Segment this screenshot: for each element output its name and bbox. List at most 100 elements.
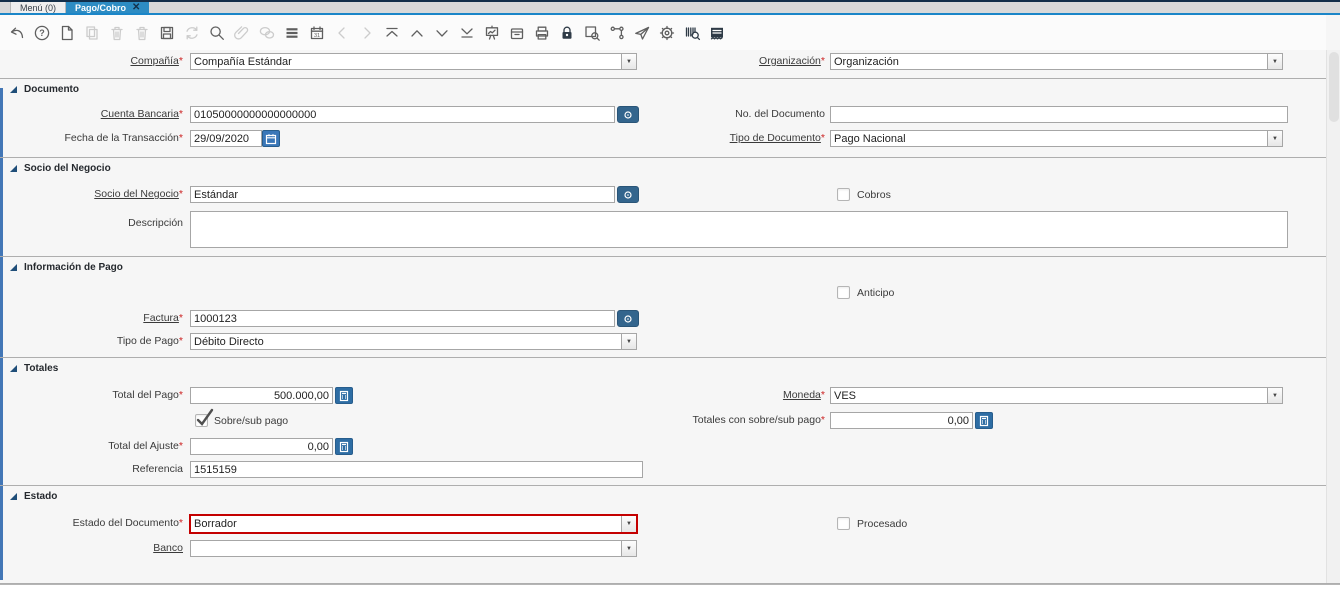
collapse-triangle-icon[interactable] xyxy=(10,365,17,372)
moneda-input[interactable] xyxy=(831,388,1267,403)
tipo-documento-combobox[interactable]: ▼ xyxy=(830,130,1283,147)
tab-bar: Menú (0) Pago/Cobro ✕ xyxy=(0,0,1340,15)
up-icon[interactable] xyxy=(408,24,426,42)
refresh-icon xyxy=(183,24,201,42)
report-icon[interactable] xyxy=(483,24,501,42)
totales-sobre-sub-input[interactable] xyxy=(830,412,973,429)
fecha-transaccion-label: Fecha de la Transacción* xyxy=(0,130,183,147)
moneda-combobox[interactable]: ▼ xyxy=(830,387,1283,404)
scrollbar-thumb[interactable] xyxy=(1329,52,1339,122)
workflow-icon[interactable] xyxy=(608,24,626,42)
estado-documento-dropdown-icon[interactable]: ▼ xyxy=(621,516,636,532)
print-icon[interactable] xyxy=(533,24,551,42)
section-totales[interactable]: Totales xyxy=(10,363,58,374)
tipo-pago-input[interactable] xyxy=(191,334,621,349)
socio-negocio-input[interactable] xyxy=(190,186,615,203)
down-icon[interactable] xyxy=(433,24,451,42)
fecha-transaccion-input[interactable] xyxy=(190,130,262,147)
section-documento[interactable]: Documento xyxy=(10,84,79,95)
zoom-across-icon[interactable] xyxy=(583,24,601,42)
help-icon[interactable]: ? xyxy=(33,24,51,42)
organizacion-input[interactable] xyxy=(831,54,1267,69)
tab-pago-cobro[interactable]: Pago/Cobro ✕ xyxy=(66,2,149,13)
organizacion-dropdown-icon[interactable]: ▼ xyxy=(1267,54,1282,69)
banco-input[interactable] xyxy=(191,541,621,556)
no-documento-input[interactable] xyxy=(830,106,1288,123)
tipo-documento-input[interactable] xyxy=(831,131,1267,146)
socio-negocio-label: Socio del Negocio* xyxy=(0,186,183,203)
section-estado[interactable]: Estado xyxy=(10,491,57,502)
total-pago-input[interactable] xyxy=(190,387,333,404)
collapse-triangle-icon[interactable] xyxy=(10,86,17,93)
section-socio-negocio[interactable]: Socio del Negocio xyxy=(10,163,111,174)
tipo-pago-label: Tipo de Pago* xyxy=(0,333,183,350)
collapse-triangle-icon[interactable] xyxy=(10,165,17,172)
compania-input[interactable] xyxy=(191,54,621,69)
collapse-triangle-icon[interactable] xyxy=(10,264,17,271)
referencia-input[interactable] xyxy=(190,461,643,478)
section-divider xyxy=(0,357,1326,358)
vertical-scrollbar[interactable] xyxy=(1326,50,1340,583)
window-menu-icon[interactable] xyxy=(708,24,726,42)
section-divider xyxy=(0,485,1326,486)
form-bottom-divider xyxy=(0,583,1340,584)
lock-icon[interactable] xyxy=(558,24,576,42)
tab-menu-label: Menú (0) xyxy=(20,3,56,13)
find-icon[interactable] xyxy=(208,24,226,42)
moneda-label: Moneda* xyxy=(642,387,825,404)
compania-dropdown-icon[interactable]: ▼ xyxy=(621,54,636,69)
tipo-documento-dropdown-icon[interactable]: ▼ xyxy=(1267,131,1282,146)
product-info-icon[interactable] xyxy=(683,24,701,42)
factura-record-button[interactable] xyxy=(617,310,639,327)
tab-pago-cobro-label: Pago/Cobro xyxy=(75,3,126,13)
new-record-icon[interactable] xyxy=(58,24,76,42)
collapse-triangle-icon[interactable] xyxy=(10,493,17,500)
totales-sobre-sub-label: Totales con sobre/sub pago* xyxy=(642,412,825,429)
grid-toggle-icon[interactable] xyxy=(283,24,301,42)
total-pago-calculator-button[interactable] xyxy=(335,387,353,404)
estado-documento-combobox[interactable]: ▼ xyxy=(189,514,638,534)
compania-combobox[interactable]: ▼ xyxy=(190,53,637,70)
descripcion-textarea[interactable] xyxy=(190,211,1288,248)
detail-record-icon[interactable] xyxy=(458,24,476,42)
total-ajuste-label: Total del Ajuste* xyxy=(0,438,183,455)
calendar-day-text: 31 xyxy=(314,33,320,39)
moneda-dropdown-icon[interactable]: ▼ xyxy=(1267,388,1282,403)
tipo-pago-combobox[interactable]: ▼ xyxy=(190,333,637,350)
total-pago-label: Total del Pago* xyxy=(0,387,183,404)
anticipo-checkbox[interactable] xyxy=(837,286,850,299)
totales-sobre-sub-calculator-button[interactable] xyxy=(975,412,993,429)
organizacion-combobox[interactable]: ▼ xyxy=(830,53,1283,70)
undo-icon[interactable] xyxy=(8,24,26,42)
estado-documento-input[interactable] xyxy=(191,516,621,532)
total-ajuste-input[interactable] xyxy=(190,438,333,455)
banco-dropdown-icon[interactable]: ▼ xyxy=(621,541,636,556)
save-icon[interactable] xyxy=(158,24,176,42)
section-informacion-pago[interactable]: Información de Pago xyxy=(10,262,123,273)
procesado-checkbox[interactable] xyxy=(837,517,850,530)
tipo-documento-label: Tipo de Documento* xyxy=(642,130,825,147)
preference-icon[interactable] xyxy=(658,24,676,42)
tab-close-icon[interactable]: ✕ xyxy=(132,3,140,12)
socio-negocio-record-button[interactable] xyxy=(617,186,639,203)
section-divider xyxy=(0,78,1326,79)
calendar-icon[interactable]: 31 xyxy=(308,24,326,42)
sobre-sub-pago-checkbox[interactable] xyxy=(195,414,208,427)
tab-menu[interactable]: Menú (0) xyxy=(10,2,66,13)
cobros-label: Cobros xyxy=(857,188,891,203)
banco-combobox[interactable]: ▼ xyxy=(190,540,637,557)
cuenta-bancaria-record-button[interactable] xyxy=(617,106,639,123)
tipo-pago-dropdown-icon[interactable]: ▼ xyxy=(621,334,636,349)
fecha-calendar-button[interactable] xyxy=(262,130,280,147)
archive-icon[interactable] xyxy=(508,24,526,42)
factura-input[interactable] xyxy=(190,310,615,327)
send-request-icon[interactable] xyxy=(633,24,651,42)
parent-record-icon[interactable] xyxy=(383,24,401,42)
cuenta-bancaria-input[interactable] xyxy=(190,106,615,123)
delete-record-icon xyxy=(108,24,126,42)
total-ajuste-calculator-button[interactable] xyxy=(335,438,353,455)
descripcion-label: Descripción xyxy=(0,215,183,232)
cobros-checkbox[interactable] xyxy=(837,188,850,201)
banco-label: Banco xyxy=(0,540,183,557)
status-footer xyxy=(0,584,1340,605)
